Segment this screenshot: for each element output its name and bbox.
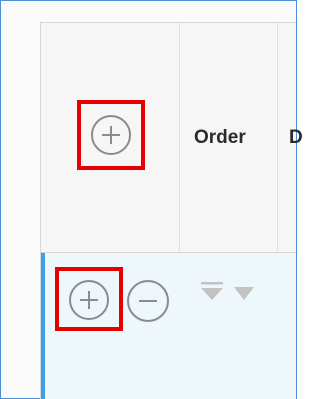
column-header-order: Order: [194, 127, 246, 148]
header-cell-order[interactable]: Order: [179, 23, 277, 252]
sort-down-icon[interactable]: [233, 286, 255, 302]
sort-top-icon[interactable]: [199, 280, 225, 302]
grid-header-row: Order D: [41, 23, 303, 253]
row-add-highlight: [55, 267, 123, 331]
row-remove-button[interactable]: [127, 280, 169, 322]
grid-data-row[interactable]: [41, 253, 296, 399]
header-cell-next[interactable]: D: [277, 23, 303, 252]
header-cell-actions: [41, 23, 179, 252]
column-header-next: D: [289, 127, 303, 148]
selected-row-indicator: [41, 253, 45, 399]
minus-icon: [139, 300, 157, 302]
header-add-highlight: [77, 100, 145, 170]
grid: Order D: [40, 22, 303, 399]
